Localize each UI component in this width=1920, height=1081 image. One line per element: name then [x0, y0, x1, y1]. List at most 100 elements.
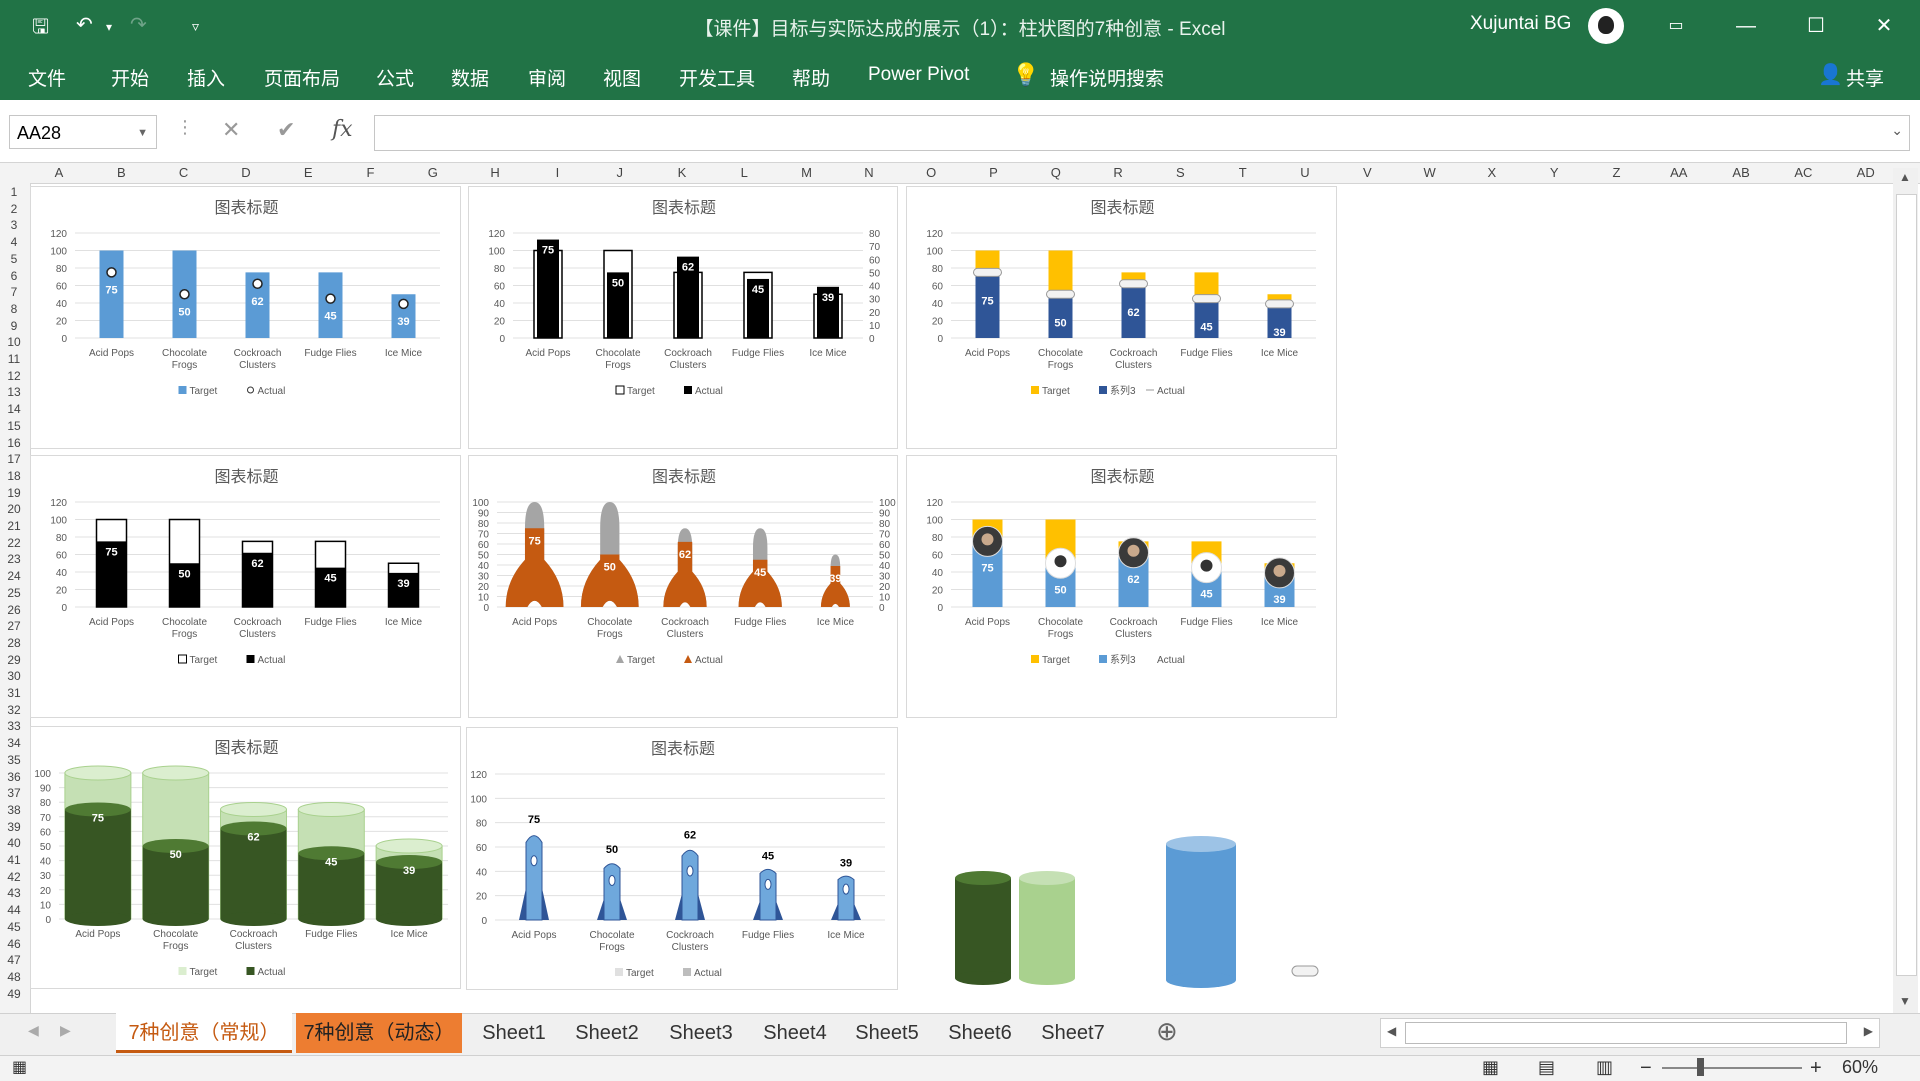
row-header-45[interactable]: 45 [0, 920, 28, 934]
tab-file[interactable]: 文件 [28, 64, 66, 91]
hscroll-right-icon[interactable]: ▶ [1864, 1024, 1873, 1038]
row-header-40[interactable]: 40 [0, 836, 28, 850]
name-box-dropdown-icon[interactable]: ▼ [137, 116, 148, 150]
row-header-34[interactable]: 34 [0, 736, 28, 750]
row-header-12[interactable]: 12 [0, 369, 28, 383]
confirm-entry-icon[interactable]: ✔ [277, 117, 295, 143]
zoom-slider-track[interactable] [1662, 1067, 1802, 1069]
row-header-14[interactable]: 14 [0, 402, 28, 416]
row-header-31[interactable]: 31 [0, 686, 28, 700]
column-header-t[interactable]: T [1233, 165, 1253, 180]
row-header-23[interactable]: 23 [0, 552, 28, 566]
row-header-15[interactable]: 15 [0, 419, 28, 433]
light-green-cylinder-shape[interactable] [1019, 871, 1075, 985]
row-header-22[interactable]: 22 [0, 536, 28, 550]
row-header-19[interactable]: 19 [0, 486, 28, 500]
insert-function-icon[interactable]: fx [332, 117, 353, 142]
row-header-21[interactable]: 21 [0, 519, 28, 533]
tab-view[interactable]: 视图 [603, 64, 641, 91]
tab-page-layout[interactable]: 页面布局 [264, 64, 340, 91]
tab-developer[interactable]: 开发工具 [679, 64, 755, 91]
sheet-tab-4[interactable]: Sheet4 [750, 1013, 840, 1053]
row-header-39[interactable]: 39 [0, 820, 28, 834]
column-header-h[interactable]: H [485, 165, 505, 180]
close-icon[interactable]: ✕ [1864, 10, 1904, 42]
row-header-10[interactable]: 10 [0, 335, 28, 349]
column-header-l[interactable]: L [734, 165, 754, 180]
column-header-aa[interactable]: AA [1669, 165, 1689, 180]
row-header-44[interactable]: 44 [0, 903, 28, 917]
row-header-4[interactable]: 4 [0, 235, 28, 249]
sheet-tab-1[interactable]: Sheet1 [470, 1013, 558, 1053]
row-header-3[interactable]: 3 [0, 218, 28, 232]
zoom-out-icon[interactable]: − [1640, 1057, 1652, 1080]
row-header-24[interactable]: 24 [0, 569, 28, 583]
row-header-30[interactable]: 30 [0, 669, 28, 683]
column-header-m[interactable]: M [797, 165, 817, 180]
formula-input[interactable]: ⌄ [374, 115, 1910, 151]
hscroll-thumb[interactable] [1405, 1022, 1847, 1044]
sheet-tab-5[interactable]: Sheet5 [842, 1013, 932, 1053]
row-header-42[interactable]: 42 [0, 870, 28, 884]
sheet-tab-7[interactable]: Sheet7 [1028, 1013, 1118, 1053]
expand-formula-icon[interactable]: ⌄ [1891, 122, 1903, 139]
macro-record-icon[interactable]: ▦ [12, 1057, 27, 1077]
tab-scroll-left-icon[interactable]: ◀ [28, 1022, 39, 1039]
blue-cylinder-shape[interactable] [1166, 836, 1236, 988]
row-header-8[interactable]: 8 [0, 302, 28, 316]
zoom-slider-thumb[interactable] [1697, 1058, 1704, 1076]
row-header-5[interactable]: 5 [0, 252, 28, 266]
column-header-o[interactable]: O [921, 165, 941, 180]
sheet-tab-dynamic[interactable]: 7种创意（动态） [296, 1013, 462, 1053]
add-sheet-icon[interactable]: ⊕ [1156, 1016, 1178, 1047]
sheet-tab-3[interactable]: Sheet3 [656, 1013, 746, 1053]
column-header-q[interactable]: Q [1046, 165, 1066, 180]
chart-2-outline-bars[interactable]: 图表标题 0 20 40 60 80 100 120 0 10 20 30 40 50 60 70 80 Acid… [468, 186, 898, 449]
column-header-ad[interactable]: AD [1856, 165, 1876, 180]
tab-data[interactable]: 数据 [451, 64, 489, 91]
tab-formulas[interactable]: 公式 [376, 64, 414, 91]
tab-scroll-right-icon[interactable]: ▶ [60, 1022, 71, 1039]
row-header-48[interactable]: 48 [0, 970, 28, 984]
cancel-entry-icon[interactable]: ✕ [222, 117, 240, 143]
normal-view-icon[interactable]: ▦ [1482, 1057, 1499, 1078]
row-header-16[interactable]: 16 [0, 436, 28, 450]
ribbon-display-icon[interactable]: ▭ [1656, 10, 1696, 42]
small-capsule-shape[interactable] [1291, 965, 1319, 977]
row-header-47[interactable]: 47 [0, 953, 28, 967]
maximize-icon[interactable]: ☐ [1796, 10, 1836, 42]
column-header-p[interactable]: P [984, 165, 1004, 180]
row-header-18[interactable]: 18 [0, 469, 28, 483]
column-header-g[interactable]: G [423, 165, 443, 180]
column-header-f[interactable]: F [361, 165, 381, 180]
scroll-up-icon[interactable]: ▲ [1899, 170, 1911, 184]
dark-green-cylinder-shape[interactable] [955, 871, 1011, 985]
tab-home[interactable]: 开始 [111, 64, 149, 91]
tab-insert[interactable]: 插入 [187, 64, 225, 91]
chart-1-circle-markers[interactable]: 图表标题 0 20 40 60 80 100 120 Acid Pops Chocolate Fro… [30, 186, 461, 449]
scroll-down-icon[interactable]: ▼ [1899, 994, 1911, 1008]
chart-8-rockets[interactable]: 图表标题 0 20 40 60 80 100 120 Acid Pops Chocolate Fro… [466, 727, 898, 990]
row-header-2[interactable]: 2 [0, 202, 28, 216]
column-header-x[interactable]: X [1482, 165, 1502, 180]
horizontal-scrollbar[interactable]: ◀ ▶ [1380, 1018, 1880, 1048]
tab-power-pivot[interactable]: Power Pivot [868, 64, 969, 86]
chart-6-avatar-markers[interactable]: 图表标题 0 20 40 60 80 100 120 Acid Pops Chocolate Fro… [906, 455, 1337, 718]
column-header-ab[interactable]: AB [1731, 165, 1751, 180]
sheet-tab-2[interactable]: Sheet2 [562, 1013, 652, 1053]
row-header-37[interactable]: 37 [0, 786, 28, 800]
sheet-tab-6[interactable]: Sheet6 [935, 1013, 1025, 1053]
column-header-w[interactable]: W [1420, 165, 1440, 180]
lightbulb-icon[interactable]: 💡 [1012, 62, 1039, 88]
tab-help[interactable]: 帮助 [792, 64, 830, 91]
column-header-u[interactable]: U [1295, 165, 1315, 180]
row-header-6[interactable]: 6 [0, 269, 28, 283]
scroll-thumb[interactable] [1896, 194, 1917, 976]
column-header-v[interactable]: V [1357, 165, 1377, 180]
row-header-46[interactable]: 46 [0, 937, 28, 951]
user-avatar[interactable] [1588, 8, 1624, 44]
column-header-e[interactable]: E [298, 165, 318, 180]
share-person-icon[interactable]: 👤 [1818, 62, 1843, 87]
column-header-s[interactable]: S [1170, 165, 1190, 180]
chart-4-overlap-bars[interactable]: 图表标题 0 20 40 60 80 100 120 Acid Pops Chocolate Fro… [30, 455, 461, 718]
